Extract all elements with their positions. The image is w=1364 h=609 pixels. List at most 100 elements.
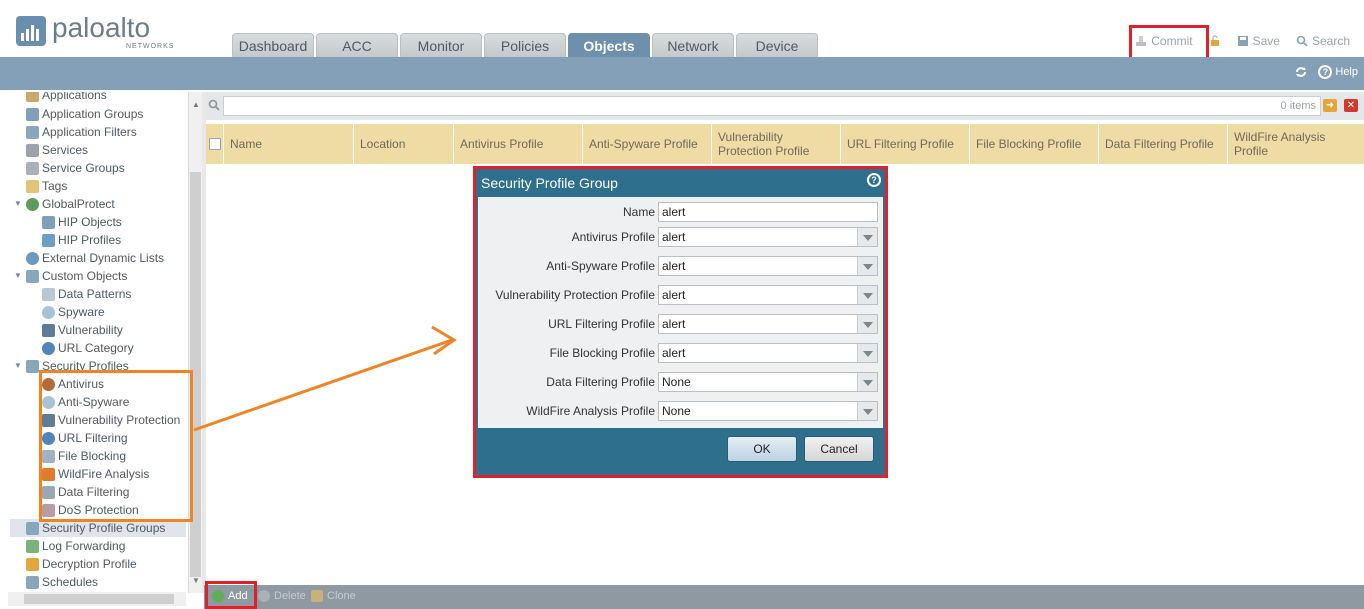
- tree-item-application-filters[interactable]: Application Filters: [26, 123, 137, 141]
- hip-objects-icon: [42, 215, 55, 229]
- lock-button[interactable]: [1209, 34, 1221, 48]
- decryption-profile-icon: [26, 557, 39, 571]
- column-name[interactable]: Name: [224, 124, 354, 164]
- antivirus-profile-select[interactable]: alert: [658, 227, 878, 247]
- save-icon: [1237, 36, 1248, 46]
- tab-device[interactable]: Device: [736, 33, 818, 57]
- column-location[interactable]: Location: [354, 124, 454, 164]
- tree-item-hip-profiles[interactable]: HIP Profiles: [42, 231, 121, 249]
- apply-filter-icon[interactable]: ➜: [1323, 99, 1337, 112]
- url-filtering-profile-select[interactable]: alert: [658, 314, 878, 334]
- dropdown-arrow-icon[interactable]: [857, 257, 877, 275]
- cancel-button[interactable]: Cancel: [804, 436, 874, 462]
- security-profiles-icon: [26, 359, 39, 373]
- tags-icon: [26, 179, 39, 193]
- tree-item-external-dynamic-lists[interactable]: External Dynamic Lists: [26, 249, 164, 267]
- file-blocking-profile-select[interactable]: alert: [658, 343, 878, 363]
- header: paloalto NETWORKS Dashboard ACC Monitor …: [0, 0, 1364, 63]
- expand-arrow-icon[interactable]: ▼: [14, 195, 22, 213]
- dropdown-arrow-icon[interactable]: [857, 315, 877, 333]
- tree-item-service-groups[interactable]: Service Groups: [26, 159, 125, 177]
- external-dynamic-lists-icon: [26, 251, 39, 265]
- dropdown-arrow-icon[interactable]: [857, 228, 877, 246]
- dialog-title: Security Profile Group: [481, 175, 618, 191]
- column-wildfire-analysis-profile[interactable]: WildFire Analysis Profile: [1228, 124, 1364, 164]
- dialog-help-icon[interactable]: ?: [867, 173, 881, 187]
- tab-policies[interactable]: Policies: [484, 33, 566, 57]
- column-antivirus-profile[interactable]: Antivirus Profile: [454, 124, 583, 164]
- select-all-cell: [206, 124, 224, 164]
- field-row-vulnerability-protection: Vulnerability Protection Profile alert: [478, 285, 883, 305]
- tree-item-data-patterns[interactable]: Data Patterns: [42, 285, 131, 303]
- tree-item-applications[interactable]: Applications: [26, 92, 107, 104]
- delete-button[interactable]: Delete: [258, 590, 306, 602]
- lock-icon: [1210, 35, 1219, 46]
- tree-item-application-groups[interactable]: Application Groups: [26, 105, 143, 123]
- wildfire-analysis-profile-label: WildFire Analysis Profile: [526, 404, 655, 418]
- tab-acc[interactable]: ACC: [316, 33, 398, 57]
- column-anti-spyware-profile[interactable]: Anti-Spyware Profile: [583, 124, 712, 164]
- scroll-down-icon[interactable]: ▼: [189, 576, 203, 588]
- application-filters-icon: [26, 125, 39, 139]
- tab-network[interactable]: Network: [652, 33, 734, 57]
- vulnerability-protection-profile-select[interactable]: alert: [658, 285, 878, 305]
- filter-row: 0 items ➜ ✕: [206, 92, 1364, 120]
- context-bar: ? Help: [0, 57, 1364, 90]
- tree-item-services[interactable]: Services: [26, 141, 88, 159]
- help-button[interactable]: ? Help: [1318, 65, 1358, 79]
- log-forwarding-icon: [26, 539, 39, 553]
- column-file-blocking-profile[interactable]: File Blocking Profile: [970, 124, 1099, 164]
- scroll-up-icon[interactable]: ▲: [189, 100, 203, 112]
- search-button[interactable]: Search: [1296, 34, 1350, 48]
- tree-item-decryption-profile[interactable]: Decryption Profile: [26, 555, 137, 573]
- hscroll-thumb[interactable]: [24, 594, 174, 604]
- services-icon: [26, 143, 39, 157]
- expand-arrow-icon[interactable]: ▼: [14, 357, 22, 375]
- tab-monitor[interactable]: Monitor: [400, 33, 482, 57]
- name-input[interactable]: alert: [658, 202, 878, 222]
- schedules-icon: [26, 575, 39, 589]
- ok-button[interactable]: OK: [727, 436, 797, 462]
- column-url-filtering-profile[interactable]: URL Filtering Profile: [841, 124, 970, 164]
- tab-dashboard[interactable]: Dashboard: [232, 33, 314, 57]
- dropdown-arrow-icon[interactable]: [857, 402, 877, 420]
- tree-item-spyware[interactable]: Spyware: [42, 303, 105, 321]
- dropdown-arrow-icon[interactable]: [857, 344, 877, 362]
- item-count: 0 items: [1280, 100, 1316, 112]
- column-vulnerability-protection-profile[interactable]: Vulnerability Protection Profile: [712, 124, 841, 164]
- tree-horizontal-scrollbar[interactable]: [8, 592, 186, 606]
- wildfire-analysis-profile-select[interactable]: None: [658, 401, 878, 421]
- clone-label: Clone: [327, 590, 356, 602]
- data-patterns-icon: [42, 287, 55, 301]
- tree-item-tags[interactable]: Tags: [26, 177, 67, 195]
- tree-item-vulnerability[interactable]: Vulnerability: [42, 321, 123, 339]
- dropdown-arrow-icon[interactable]: [857, 286, 877, 304]
- clone-button[interactable]: Clone: [311, 590, 356, 602]
- anti-spyware-profile-select[interactable]: alert: [658, 256, 878, 276]
- tree-item-custom-objects[interactable]: ▼ Custom Objects: [14, 267, 127, 285]
- tree-item-log-forwarding[interactable]: Log Forwarding: [26, 537, 125, 555]
- refresh-icon[interactable]: [1294, 65, 1308, 79]
- column-data-filtering-profile[interactable]: Data Filtering Profile: [1099, 124, 1228, 164]
- applications-icon: [26, 92, 39, 102]
- tab-objects[interactable]: Objects: [568, 33, 650, 57]
- tree-item-hip-objects[interactable]: HIP Objects: [42, 213, 122, 231]
- dropdown-arrow-icon[interactable]: [857, 373, 877, 391]
- expand-arrow-icon[interactable]: ▼: [14, 267, 22, 285]
- select-all-checkbox[interactable]: [208, 138, 221, 150]
- data-filtering-profile-select[interactable]: None: [658, 372, 878, 392]
- save-button[interactable]: Save: [1237, 34, 1280, 48]
- custom-objects-icon: [26, 269, 39, 283]
- tree-item-schedules[interactable]: Schedules: [26, 573, 98, 591]
- field-row-wildfire-analysis: WildFire Analysis Profile None: [478, 401, 883, 421]
- tree-item-url-category[interactable]: URL Category: [42, 339, 134, 357]
- filter-input[interactable]: 0 items: [223, 96, 1321, 116]
- tree-item-globalprotect[interactable]: ▼ GlobalProtect: [14, 195, 115, 213]
- spyware-icon: [42, 305, 55, 319]
- field-row-data-filtering: Data Filtering Profile None: [478, 372, 883, 392]
- url-filtering-profile-label: URL Filtering Profile: [548, 317, 655, 331]
- data-filtering-profile-label: Data Filtering Profile: [546, 375, 655, 389]
- search-label: Search: [1311, 34, 1350, 48]
- clear-filter-icon[interactable]: ✕: [1344, 99, 1358, 112]
- field-row-antivirus: Antivirus Profile alert: [478, 227, 883, 247]
